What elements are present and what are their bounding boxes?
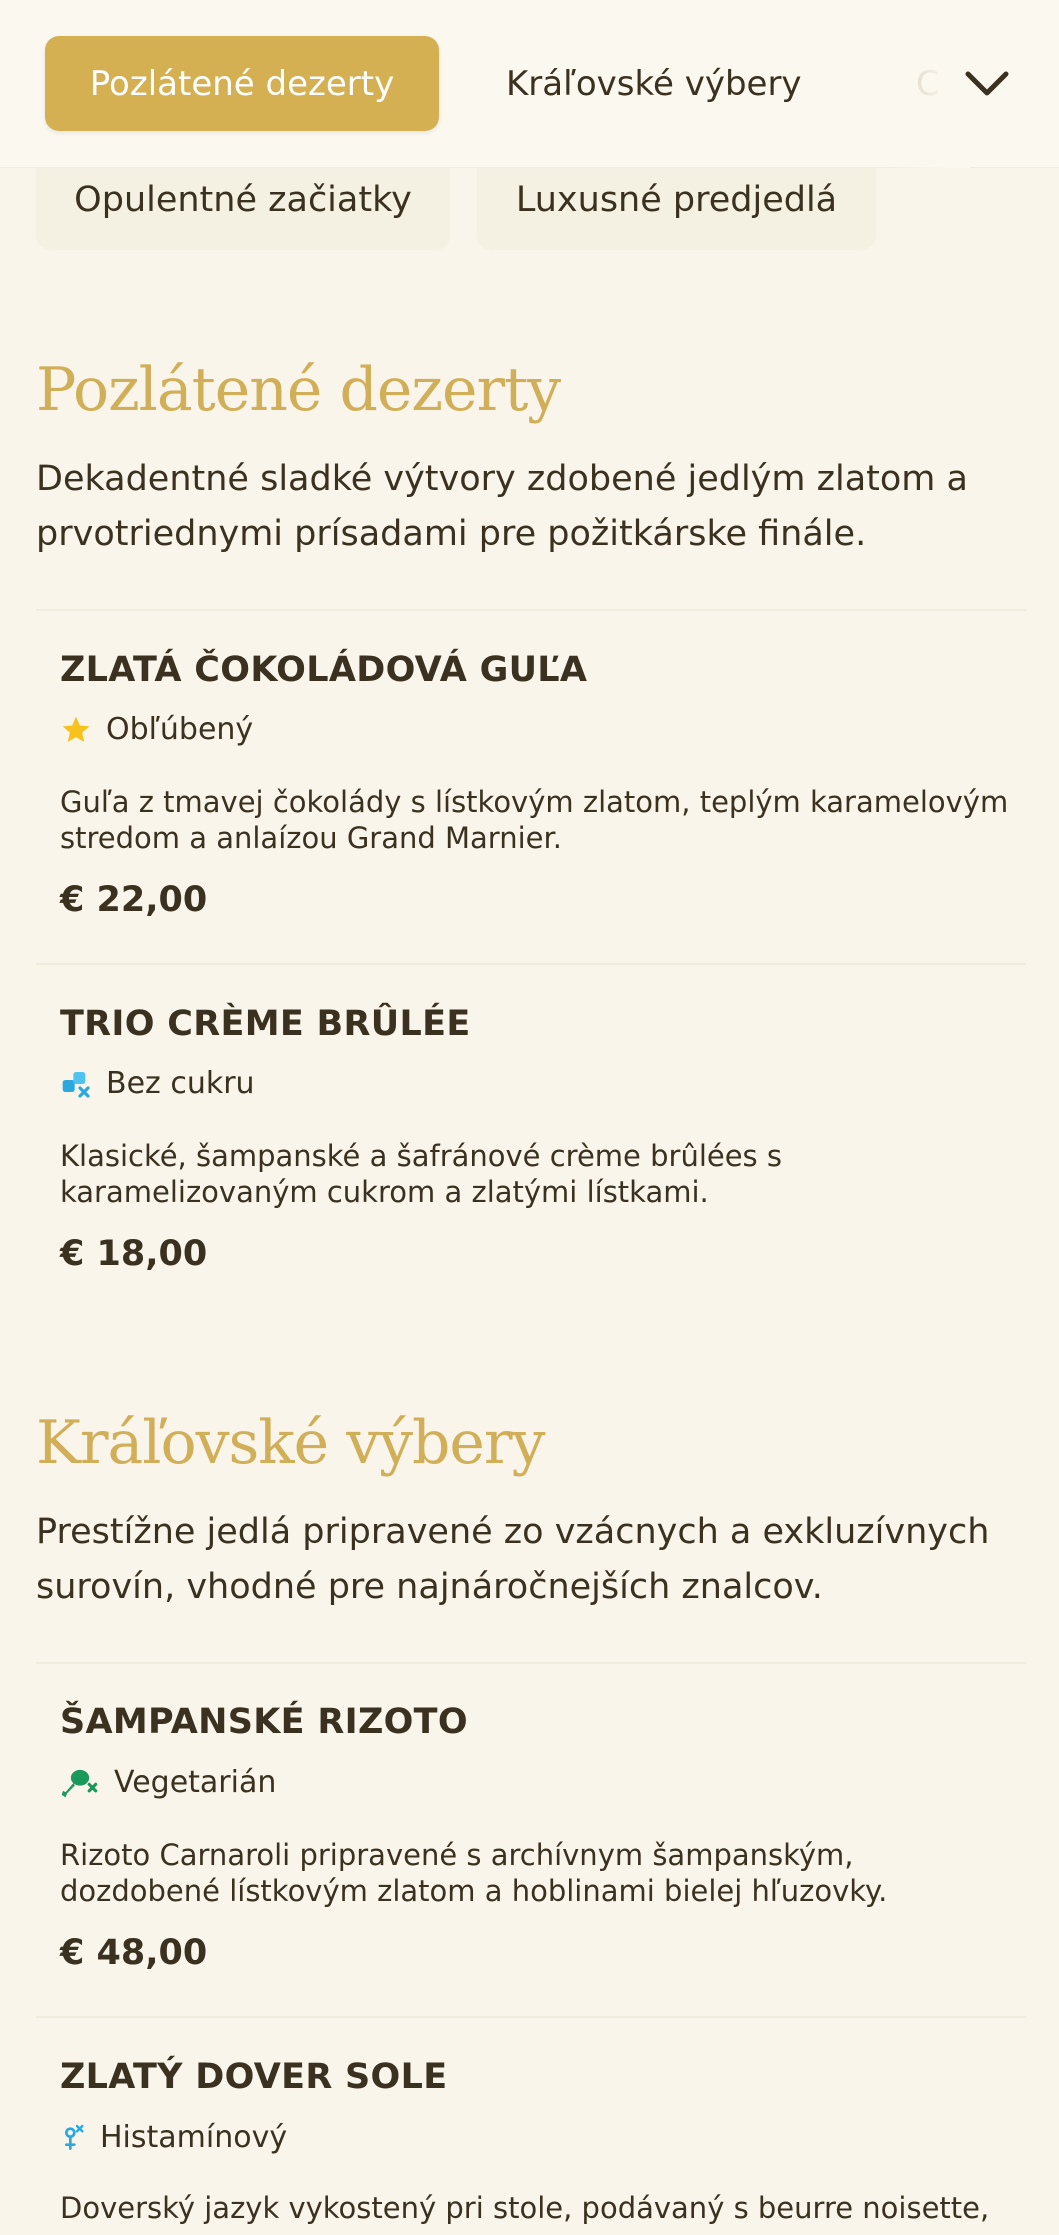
- histamine-icon: [60, 2122, 86, 2154]
- menu-item-name: TRIO CRÈME BRÛLÉE: [60, 1004, 471, 1044]
- tag-label: Vegetarián: [114, 1765, 277, 1800]
- section-title: Kráľovské výbery: [36, 1408, 546, 1478]
- sugar-free-icon: [60, 1068, 92, 1100]
- section-title: Pozlátené dezerty: [36, 355, 561, 425]
- menu-item-tag: Obľúbený: [60, 712, 253, 747]
- category-nav: Pozlátené dezerty Kráľovské výbery C: [0, 0, 1059, 168]
- section-description: Dekadentné sladké výtvory zdobené jedlým…: [36, 459, 968, 554]
- category-label: Opulentné začiatky: [74, 180, 412, 220]
- menu-item-price: € 22,00: [60, 880, 208, 920]
- tag-label: Bez cukru: [106, 1066, 255, 1101]
- menu-item-description: Rizoto Carnaroli pripravené s archívnym …: [60, 1838, 888, 1908]
- chevron-down-icon[interactable]: [962, 60, 1012, 108]
- star-icon: [60, 714, 92, 746]
- menu-item-price: € 48,00: [60, 1933, 208, 1973]
- menu-item-description: Guľa z tmavej čokolády s lístkovým zlato…: [60, 785, 1009, 855]
- tab-label: Kráľovské výbery: [506, 63, 802, 104]
- tabs-fade-overlay: [880, 0, 970, 168]
- divider: [36, 2016, 1026, 2018]
- divider: [36, 963, 1026, 965]
- menu-item-name: ŠAMPANSKÉ RIZOTO: [60, 1702, 468, 1742]
- tag-label: Obľúbený: [106, 712, 254, 747]
- divider: [36, 609, 1026, 611]
- menu-item-tag: Vegetarián: [60, 1765, 276, 1800]
- menu-item-tag: Bez cukru: [60, 1066, 255, 1101]
- tab-pozlatene-dezerty[interactable]: Pozlátené dezerty: [45, 36, 439, 131]
- tab-label: Pozlátené dezerty: [89, 63, 395, 104]
- menu-item-tag: Histamínový: [60, 2120, 287, 2155]
- no-meat-icon: [60, 1767, 100, 1799]
- menu-item-name: ZLATÁ ČOKOLÁDOVÁ GUĽA: [60, 650, 588, 690]
- menu-item-description: Doverský jazyk vykostený pri stole, podá…: [60, 2191, 990, 2225]
- menu-item-price: € 18,00: [60, 1234, 208, 1274]
- section-description: Prestížne jedlá pripravené zo vzácnych a…: [36, 1512, 990, 1607]
- menu-item-description: Klasické, šampanské a šafránové crème br…: [60, 1139, 782, 1209]
- divider: [36, 1662, 1026, 1664]
- menu-item-name: ZLATÝ DOVER SOLE: [60, 2057, 448, 2097]
- tag-label: Histamínový: [100, 2120, 288, 2155]
- category-label: Luxusné predjedlá: [515, 180, 838, 220]
- tab-kralovske-vybery[interactable]: Kráľovské výbery: [506, 36, 802, 131]
